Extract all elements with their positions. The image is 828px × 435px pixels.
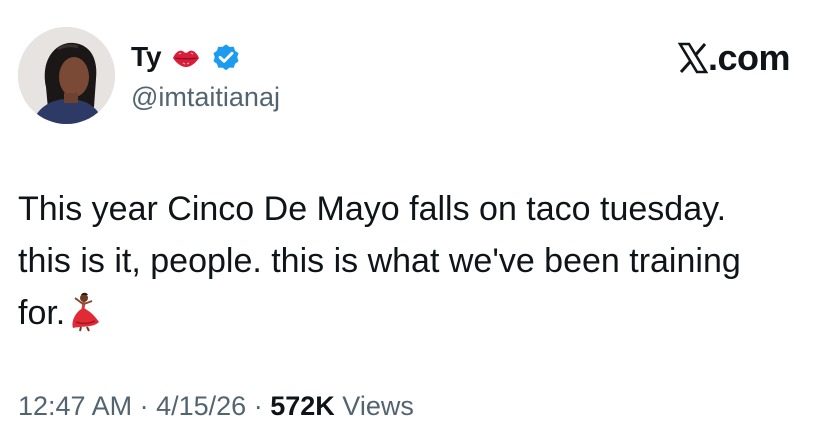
tweet-text-line: for. xyxy=(18,294,66,332)
tweet-text: This year Cinco De Mayo falls on taco tu… xyxy=(18,183,808,339)
tweet-date[interactable]: 4/15/26 xyxy=(156,391,246,421)
tweet-meta: 12:47 AM · 4/15/26 · 572K Views xyxy=(18,388,414,424)
tweet-text-line: This year Cinco De Mayo falls on taco tu… xyxy=(18,190,727,228)
verified-badge-icon[interactable] xyxy=(210,41,242,73)
dancer-icon xyxy=(67,292,103,332)
avatar[interactable] xyxy=(18,27,115,124)
tweet-time[interactable]: 12:47 AM xyxy=(18,391,132,421)
tweet-card: Ty @imtaitianaj .com This year Cinco De … xyxy=(0,0,828,435)
views-count: 572K xyxy=(270,391,335,421)
meta-separator: · xyxy=(253,391,263,421)
views-label: Views xyxy=(342,391,414,421)
x-logo-icon xyxy=(677,42,709,74)
author-handle[interactable]: @imtaitianaj xyxy=(131,80,280,114)
meta-separator: · xyxy=(139,391,149,421)
brand-text: .com xyxy=(707,37,791,78)
author-name-row: Ty xyxy=(131,40,242,74)
avatar-image xyxy=(18,27,115,124)
brand-logo: .com xyxy=(677,37,791,78)
author-display-name[interactable]: Ty xyxy=(131,40,162,74)
tweet-text-line: this is it, people. this is what we've b… xyxy=(18,242,741,280)
kiss-lips-icon xyxy=(170,41,202,73)
tweet-text-line-last: for. xyxy=(18,287,808,339)
